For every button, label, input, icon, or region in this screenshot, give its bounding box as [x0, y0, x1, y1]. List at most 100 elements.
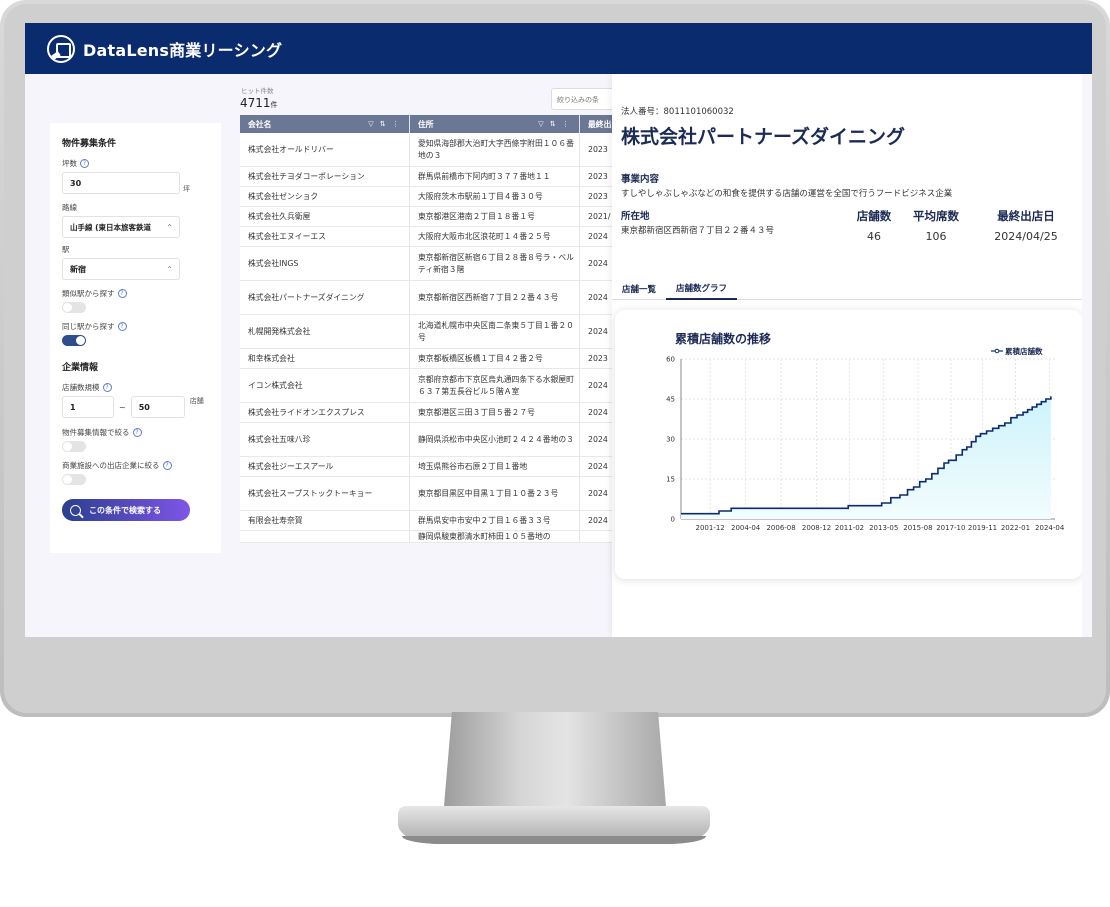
table-row[interactable]: 株式会社INGS 東京都新宿区新宿６丁目２８番８号ラ・ベルティ新宿３階 2024: [240, 247, 620, 281]
x-tick-label: 2015-08: [903, 524, 932, 532]
cell-company-name: イコン株式会社: [240, 369, 410, 402]
station-select[interactable]: 新宿 ⌃: [62, 258, 180, 280]
cell-address: 静岡県駿東郡清水町柿田１０５番地の: [410, 531, 580, 542]
y-tick-label: 0: [671, 516, 675, 524]
column-header-address[interactable]: 住所 ▽ ⇅ ⋮: [410, 115, 580, 133]
search-icon: [70, 504, 81, 516]
cell-address: 京都府京都市下京区烏丸通四条下る水銀屋町６３７第五長谷ビル５階Ａ室: [410, 369, 580, 402]
monitor-frame: DataLens商業リーシング 物件募集条件 坪数? 30 坪 路線 山手線 (…: [0, 0, 1110, 717]
help-icon[interactable]: ?: [80, 159, 89, 168]
help-icon[interactable]: ?: [102, 383, 112, 392]
table-row[interactable]: 株式会社パートナーズダイニング 東京都新宿区西新宿７丁目２２番４３号 2024: [240, 281, 620, 315]
tsubo-unit: 坪: [183, 185, 190, 193]
business-label: 事業内容: [621, 174, 660, 185]
cell-address: 東京都板橋区板橋１丁目４２番２号: [410, 349, 580, 368]
stat-store-count: 店舗数 46: [846, 208, 902, 243]
column-tools-icon[interactable]: ▽ ⇅ ⋮: [538, 120, 571, 128]
cell-address: 愛知県海部郡大治町大字西條字附田１０６番地の３: [410, 133, 580, 166]
y-axis: 0 15 30 45 60: [666, 356, 682, 524]
similar-station-toggle[interactable]: [62, 302, 86, 313]
stat-avg-seats: 平均席数 106: [905, 208, 967, 243]
help-icon[interactable]: ?: [117, 322, 127, 331]
similar-station-label: 類似駅から探す?: [62, 288, 209, 299]
store-count-min-input[interactable]: 1: [62, 396, 114, 418]
company-table: 会社名 ▽ ⇅ ⋮ 住所 ▽ ⇅ ⋮ 最終出 株式会社オールドリバー 愛知県海部郡大治…: [240, 115, 620, 543]
table-row[interactable]: 株式会社スープストックトーキョー 東京都目黒区中目黒１丁目１０番２３号 2024: [240, 477, 620, 511]
narrow-mall-toggle[interactable]: [62, 474, 86, 485]
store-count-max-input[interactable]: 50: [130, 396, 185, 418]
table-row[interactable]: 株式会社ゼンショク 大阪府茨木市駅前１丁目４番３０号 2023: [240, 187, 620, 207]
property-section-title: 物件募集条件: [62, 139, 117, 149]
same-station-label: 同じ駅から探す?: [62, 321, 209, 332]
x-tick-label: 2006-08: [766, 524, 795, 532]
x-axis: 2001-12 2004-04 2006-08 2008-12 2011-02 2013-…: [681, 518, 1065, 532]
table-row[interactable]: 有限会社寿奈賀 群馬県安中市安中２丁目１６番３３号 2024: [240, 511, 620, 531]
cell-company-name: 有限会社寿奈賀: [240, 511, 410, 530]
same-station-toggle[interactable]: [62, 335, 86, 346]
datalens-logo-icon: [47, 34, 75, 63]
help-icon[interactable]: ?: [117, 289, 127, 298]
select-arrow-icon: ⌃: [166, 264, 173, 274]
chart-card: 累積店舗数の推移 0 15 30 45 60 2001-12 2004-04 2006-08…: [615, 310, 1082, 579]
company-section-title: 企業情報: [62, 363, 99, 373]
narrow-property-label: 物件募集情報で絞る?: [62, 427, 209, 438]
station-label: 駅: [62, 245, 70, 254]
tab-store-list[interactable]: 店舗一覧: [612, 278, 666, 300]
tsubo-input[interactable]: 30: [62, 172, 180, 194]
cell-company-name: 株式会社ゼンショク: [240, 187, 410, 206]
line-select[interactable]: 山手線 (東日本旅客鉄道 ⌃: [62, 216, 180, 238]
table-row[interactable]: 株式会社オールドリバー 愛知県海部郡大治町大字西條字附田１０６番地の３ 2023: [240, 133, 620, 167]
stat-label: 平均席数: [913, 209, 959, 223]
tsubo-label: 坪数?: [62, 158, 209, 169]
line-label: 路線: [62, 203, 77, 212]
cell-address: 北海道札幌市中央区南二条東５丁目１番２０号: [410, 315, 580, 348]
store-count-chart: 累積店舗数の推移 0 15 30 45 60 2001-12 2004-04 2006-08…: [666, 331, 1065, 532]
table-row[interactable]: 株式会社ジーエスアール 埼玉県熊谷市石原２丁目１番地 2024: [240, 457, 620, 477]
range-separator: ~: [119, 402, 126, 412]
store-count-unit: 店舗: [189, 397, 204, 405]
chart-legend: 累積店舗数: [991, 346, 1043, 356]
x-tick-label: 2024-04: [1035, 524, 1065, 532]
x-tick-label: 2013-05: [869, 524, 898, 532]
table-row[interactable]: 札幌開発株式会社 北海道札幌市中央区南二条東５丁目１番２０号 2024: [240, 315, 620, 349]
table-row[interactable]: 株式会社チヨダコーポレーション 群馬県前橋市下阿内町３７７番地１１ 2023: [240, 167, 620, 187]
table-row[interactable]: 株式会社久兵衛屋 東京都港区港南２丁目１８番１号 2021/: [240, 207, 620, 227]
search-button-label: この条件で検索する: [89, 505, 161, 515]
x-tick-label: 2004-04: [731, 524, 761, 532]
table-row[interactable]: 株式会社五味八珍 静岡県浜松市中央区小池町２４２４番地の３ 2024: [240, 423, 620, 457]
cell-company-name: 株式会社ジーエスアール: [240, 457, 410, 476]
tab-store-graph[interactable]: 店舗数グラフ: [666, 278, 738, 300]
store-count-label: 店舗数規模?: [62, 382, 209, 393]
cell-address: 群馬県安中市安中２丁目１６番３３号: [410, 511, 580, 530]
cell-company-name: 株式会社久兵衛屋: [240, 207, 410, 226]
select-arrow-icon: ⌃: [166, 222, 173, 232]
table-header: 会社名 ▽ ⇅ ⋮ 住所 ▽ ⇅ ⋮ 最終出: [240, 115, 620, 133]
cell-address: 大阪府大阪市北区浪花町１４番２５号: [410, 227, 580, 246]
column-tools-icon[interactable]: ▽ ⇅ ⋮: [368, 120, 401, 128]
narrow-property-toggle[interactable]: [62, 441, 86, 452]
help-icon[interactable]: ?: [162, 461, 172, 470]
table-row[interactable]: 和幸株式会社 東京都板橋区板橋１丁目４２番２号 2023: [240, 349, 620, 369]
legend-marker: [994, 348, 1000, 354]
help-icon[interactable]: ?: [132, 428, 142, 437]
cell-address: 静岡県浜松市中央区小池町２４２４番地の３: [410, 423, 580, 456]
series-area-fill: [681, 396, 1051, 519]
stat-label: 店舗数: [856, 209, 892, 223]
cell-address: 大阪府茨木市駅前１丁目４番３０号: [410, 187, 580, 206]
table-row[interactable]: イコン株式会社 京都府京都市下京区烏丸通四条下る水銀屋町６３７第五長谷ビル５階Ａ室…: [240, 369, 620, 403]
x-tick-label: 2022-01: [1001, 524, 1030, 532]
y-tick-label: 60: [666, 356, 675, 364]
table-row[interactable]: 静岡県駿東郡清水町柿田１０５番地の: [240, 531, 620, 543]
column-header-company[interactable]: 会社名 ▽ ⇅ ⋮: [240, 115, 410, 133]
table-body: 株式会社オールドリバー 愛知県海部郡大治町大字西條字附田１０６番地の３ 2023 株式…: [240, 133, 620, 543]
business-text: すしやしゃぶしゃぶなどの和食を提供する店舗の運営を全国で行うフードビジネス企業: [621, 189, 953, 199]
cell-address: 東京都新宿区西新宿７丁目２２番４３号: [410, 281, 580, 314]
search-button[interactable]: この条件で検索する: [62, 499, 190, 521]
cell-company-name: 株式会社ライドオンエクスプレス: [240, 403, 410, 422]
cell-company-name: 株式会社エヌイーエス: [240, 227, 410, 246]
y-tick-label: 30: [666, 436, 675, 444]
table-row[interactable]: 株式会社エヌイーエス 大阪府大阪市北区浪花町１４番２５号 2024: [240, 227, 620, 247]
legend-label: 累積店舗数: [1005, 346, 1043, 356]
cell-company-name: 株式会社スープストックトーキョー: [240, 477, 410, 510]
table-row[interactable]: 株式会社ライドオンエクスプレス 東京都港区三田３丁目５番２７号 2024: [240, 403, 620, 423]
